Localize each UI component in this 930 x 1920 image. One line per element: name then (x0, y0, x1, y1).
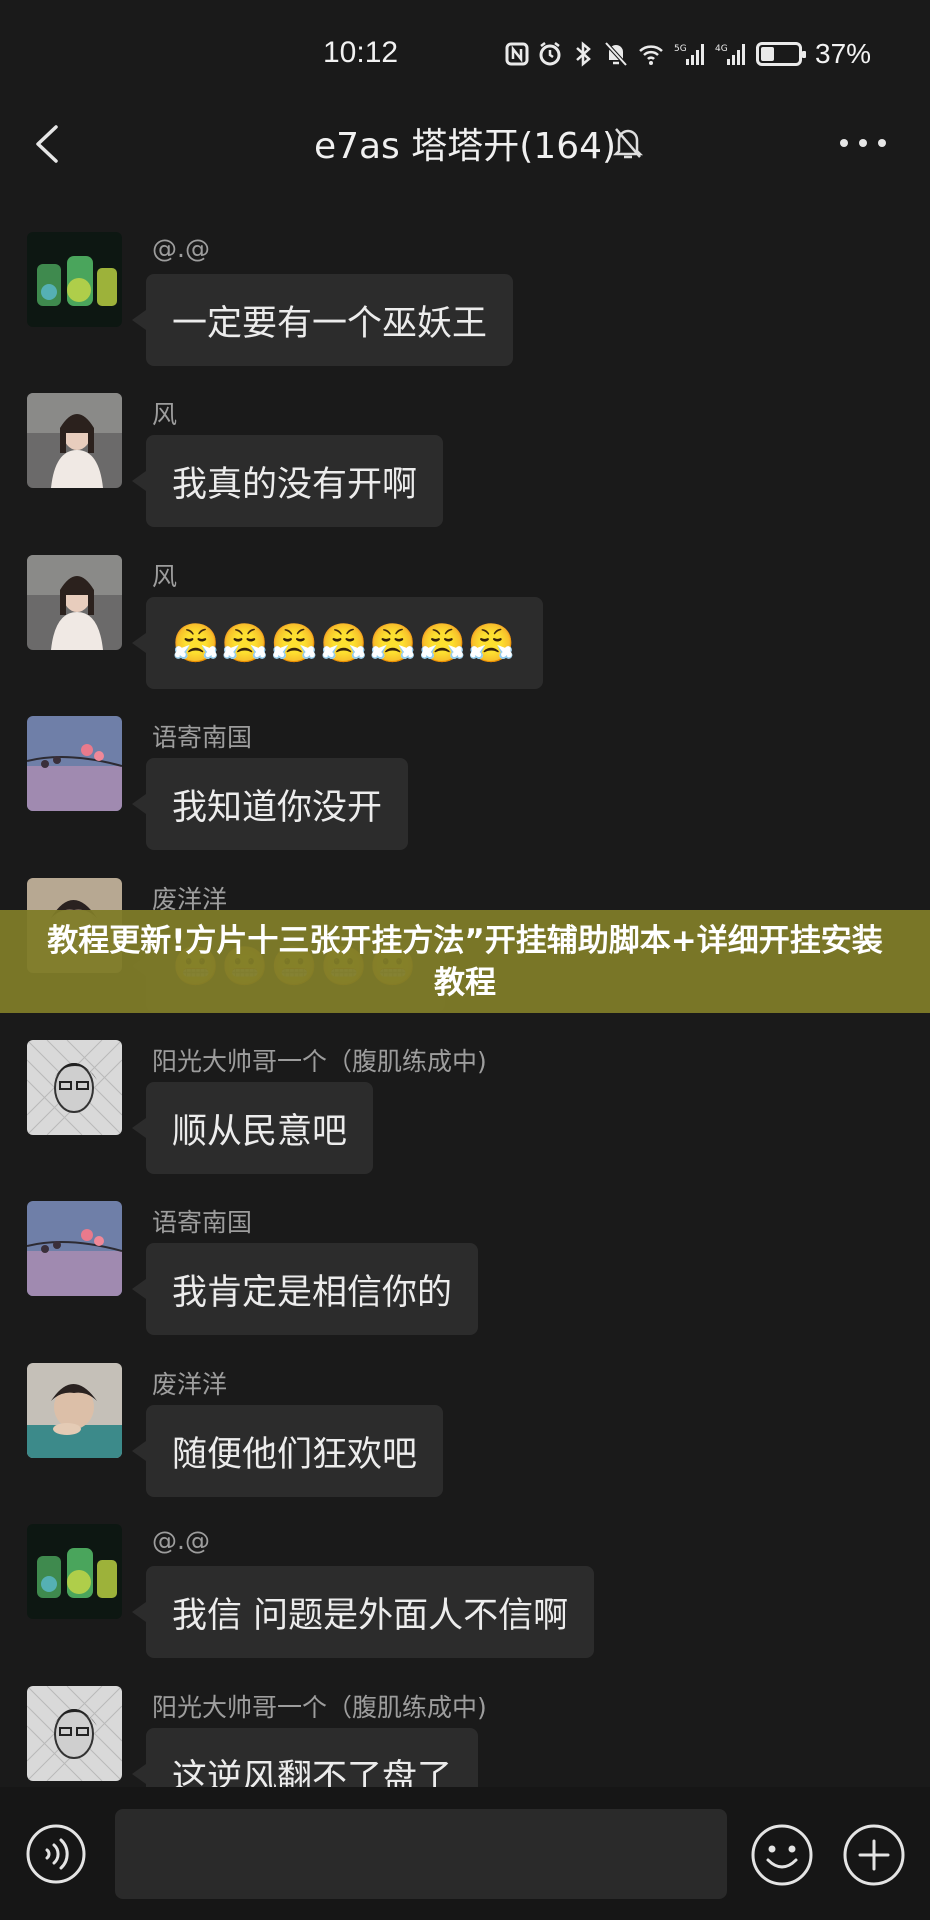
bluetooth-icon (576, 41, 591, 67)
message-bubble[interactable]: 我知道你没开 (131, 758, 409, 850)
chat-header: e7as 塔塔开(164) (0, 105, 930, 185)
mute-icon (604, 41, 628, 67)
avatar[interactable] (27, 1524, 122, 1619)
voice-button[interactable] (25, 1823, 87, 1885)
message-bubble[interactable]: 我信 问题是外面人不信啊 (131, 1566, 595, 1658)
sender-name: @.@ (152, 234, 210, 263)
sender-name: 语寄南国 (152, 723, 253, 752)
signal-5g-icon: 5G (674, 44, 704, 65)
svg-text:5G: 5G (674, 44, 687, 54)
plus-button[interactable] (842, 1823, 906, 1887)
signal-4g-icon: 4G (715, 44, 745, 65)
message-input[interactable] (115, 1809, 727, 1899)
bell-off-icon (612, 128, 644, 159)
status-time: 10:12 (323, 36, 399, 69)
message-bubble[interactable]: 顺从民意吧 (131, 1082, 374, 1174)
avatar[interactable] (27, 1363, 122, 1458)
promo-banner: 教程更新!方片十三张开挂方法”开挂辅助脚本+详细开挂安装教程 (0, 910, 930, 1013)
alarm-icon (539, 42, 561, 66)
wifi-icon (639, 45, 663, 65)
message-bubble[interactable]: 随便他们狂欢吧 (131, 1405, 444, 1497)
sender-name: 阳光大帅哥一个（腹肌练成中) (152, 1047, 487, 1076)
voice-icon (45, 1838, 69, 1870)
status-icons: 5G 4G 37% (505, 38, 871, 70)
sender-name: 阳光大帅哥一个（腹肌练成中) (152, 1693, 487, 1722)
message-bubble[interactable]: 我真的没有开啊 (131, 435, 444, 527)
avatar[interactable] (27, 393, 122, 488)
emoji-button[interactable] (750, 1823, 814, 1887)
more-button[interactable] (836, 125, 890, 161)
input-bar (0, 1787, 930, 1920)
avatar[interactable] (27, 555, 122, 650)
nfc-icon (505, 42, 529, 66)
avatar[interactable] (27, 1686, 122, 1781)
battery-icon (756, 42, 806, 66)
sender-name: 风 (152, 562, 178, 591)
banner-text: 教程更新!方片十三张开挂方法”开挂辅助脚本+详细开挂安装教程 (47, 922, 883, 1001)
emoji-icon (751, 1824, 813, 1886)
svg-text:4G: 4G (715, 44, 728, 54)
message-bubble[interactable]: 😤😤😤😤😤😤😤 (131, 597, 544, 689)
sender-name: 废洋洋 (152, 1370, 228, 1399)
avatar[interactable] (27, 1040, 122, 1135)
battery-percent: 37% (815, 38, 872, 69)
battery-fill (761, 47, 774, 61)
chat-title[interactable]: e7as 塔塔开(164) (0, 117, 930, 169)
message-bubble[interactable]: 一定要有一个巫妖王 (131, 274, 514, 366)
message-bubble[interactable]: 我肯定是相信你的 (131, 1243, 479, 1335)
sender-name: @.@ (152, 1526, 210, 1555)
sender-name: 风 (152, 400, 178, 429)
plus-icon (843, 1824, 905, 1886)
avatar[interactable] (27, 716, 122, 811)
sender-name: 语寄南国 (152, 1208, 253, 1237)
status-bar: 10:12 5G 4G 37% (0, 0, 930, 105)
avatar[interactable] (27, 232, 122, 327)
avatar[interactable] (27, 1201, 122, 1296)
